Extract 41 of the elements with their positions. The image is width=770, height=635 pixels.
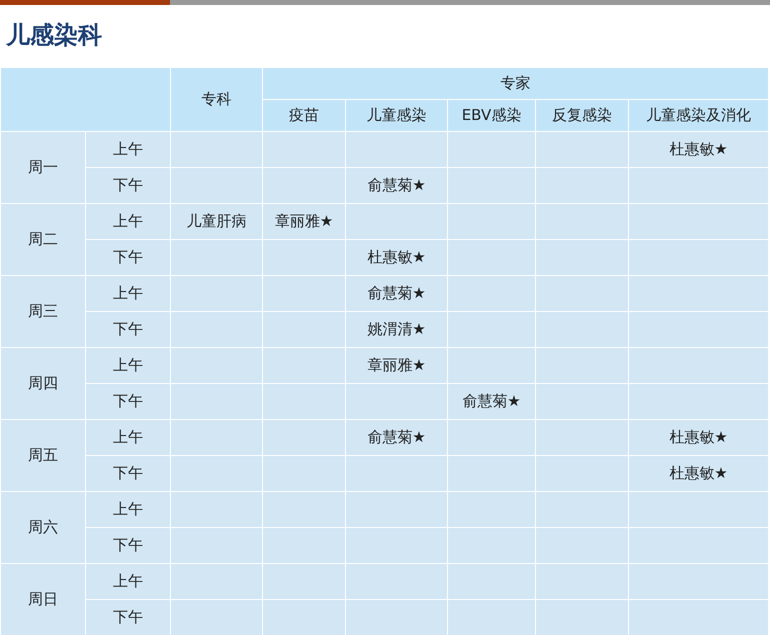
table-cell: 上午 (86, 420, 170, 456)
header-cell: 反复感染 (536, 100, 628, 132)
table-cell: 上午 (86, 492, 170, 528)
header-cell: 专科 (170, 68, 262, 132)
table-cell: 周一 (0, 132, 86, 204)
table-cell: 上午 (86, 132, 170, 168)
table-cell: 俞慧菊★ (346, 276, 448, 312)
header-cell: 儿童感染及消化 (628, 100, 768, 132)
table-cell: 下午 (86, 600, 170, 635)
table-cell: 上午 (86, 204, 170, 240)
table-cell: 下午 (86, 312, 170, 348)
table-cell: 上午 (86, 276, 170, 312)
table-cell: 杜惠敏★ (628, 132, 768, 168)
table-cell: 姚渭清★ (346, 312, 448, 348)
table-cell: 章丽雅★ (346, 348, 448, 384)
table-cell: 下午 (86, 168, 170, 204)
table-cell: 俞慧菊★ (346, 420, 448, 456)
table-cell: 周日 (0, 564, 86, 635)
table-cell: 上午 (86, 564, 170, 600)
table-cell: 周二 (0, 204, 86, 276)
header-cell: 儿童感染 (346, 100, 448, 132)
table-cell: 周五 (0, 420, 86, 492)
table-cell: 上午 (86, 348, 170, 384)
table-cell: 周六 (0, 492, 86, 564)
table-cell: 俞慧菊★ (346, 168, 448, 204)
table-cell: 下午 (86, 384, 170, 420)
table-cell: 章丽雅★ (262, 204, 346, 240)
table-cell: 下午 (86, 456, 170, 492)
header-cell: 专家 (262, 68, 768, 100)
table-cell: 儿童肝病 (170, 204, 262, 240)
header-cell: 疫苗 (262, 100, 346, 132)
table-cell: 俞慧菊★ (448, 384, 536, 420)
table-cell: 下午 (86, 528, 170, 564)
table-cell: 杜惠敏★ (628, 420, 768, 456)
table-cell: 下午 (86, 240, 170, 276)
table-cell: 杜惠敏★ (346, 240, 448, 276)
table-cell: 周四 (0, 348, 86, 420)
page-title: 儿感染科 (4, 21, 103, 51)
header-cell: EBV感染 (448, 100, 536, 132)
table-cell: 周三 (0, 276, 86, 348)
table-cell: 杜惠敏★ (628, 456, 768, 492)
